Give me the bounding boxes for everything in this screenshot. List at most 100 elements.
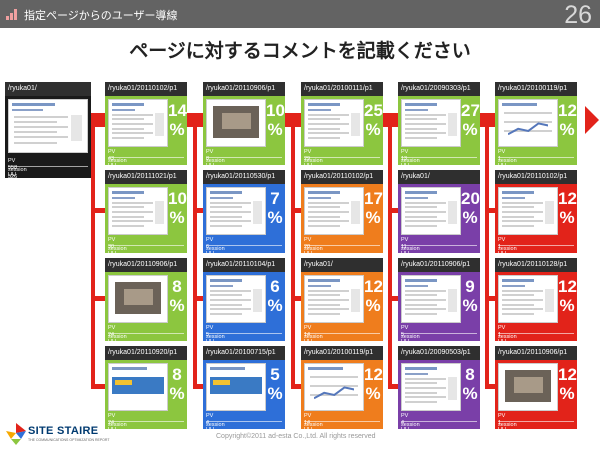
percent-sign: % (462, 120, 478, 139)
card-body: 12%PV1UU1session1 (495, 360, 577, 440)
stats-row-pv: PV1UU1 (498, 325, 574, 352)
thumbnail-header (405, 279, 437, 282)
flow-page-card[interactable]: /ryuka01/20100715/p1 5% PV 4 UU 4 session 4 (203, 346, 285, 440)
thumbnail-text-line (112, 113, 154, 116)
stats-row-session: session 6 (401, 246, 477, 259)
flow-page-card[interactable]: /ryuka01/20110102/p1 17% PV20UU3session2 (301, 170, 383, 264)
stats-row-session: session 1 (498, 334, 574, 347)
card-body: 9% PV5UU5session5 (398, 272, 480, 352)
session-label: session (108, 422, 127, 428)
flow-branch (485, 208, 495, 213)
stats-row-session: session 5 (206, 334, 282, 347)
pv-label: PV (401, 237, 409, 243)
thumbnail-text-line (405, 215, 438, 218)
flow-page-card[interactable]: /ryuka01/20110906/p1 8% PV24UU13session21 (105, 258, 187, 352)
card-path-label: /ryuka01/20090303/p1 (398, 82, 480, 96)
card-path-label: /ryuka01/20100715/p1 (203, 346, 285, 360)
flow-branch (193, 296, 203, 301)
flow-page-card[interactable]: /ryuka01/20111021/p1 10% PV30UU23session30 (105, 170, 187, 264)
card-path-label: /ryuka01/ (5, 82, 91, 96)
transition-rate: 17% (364, 190, 383, 226)
thumbnail-header (502, 103, 537, 106)
flow-page-card[interactable]: /ryuka01/20110906/p1 9% PV5UU5session5 (398, 258, 480, 352)
transition-rate: 12% (558, 278, 577, 315)
card-path-label: /ryuka01/20110102/p1 (105, 82, 187, 96)
thumbnail-sidebar (71, 114, 83, 141)
flow-page-card[interactable]: /ryuka01/20090303/p1 27% PV13UU14session15 (398, 82, 480, 176)
stats-row-session: session 1 (498, 422, 574, 435)
thumbnail-text-line (308, 123, 350, 125)
thumbnail-text-line (112, 132, 154, 135)
thumbnail-text-line (405, 382, 438, 385)
transition-rate-value: 9 (465, 277, 475, 296)
stats-row-session: session 14 (304, 422, 380, 435)
transition-rate-value: 20 (461, 189, 480, 208)
thumbnail-text-line (405, 136, 438, 139)
flow-page-card[interactable]: /ryuka01/20110128/p1 12% PV1UU1session1 (495, 258, 577, 352)
card-path-label: /ryuka01/20110102/p1 (301, 170, 383, 184)
transition-rate: 8% (168, 366, 186, 402)
flow-page-card[interactable]: /ryuka01/20110530/p1 7% PV6UU5session5 (203, 170, 285, 264)
pv-label: PV (401, 149, 409, 155)
card-path-label: /ryuka01/20110104/p1 (203, 258, 285, 272)
session-label: session (498, 422, 517, 428)
card-path-label: /ryuka01/20110920/p1 (105, 346, 187, 360)
thumbnail-text-line (308, 206, 341, 209)
transition-rate: 12% (558, 189, 577, 226)
stats-row-pv: PV20UU3 (304, 237, 380, 264)
thumbnail-text-line (502, 211, 544, 213)
thumbnail-header (112, 367, 147, 370)
page-thumbnail (498, 187, 558, 235)
pv-label: PV (304, 325, 312, 331)
card-path-label: /ryuka01/20110906/p1 (495, 346, 577, 360)
flow-branch (388, 208, 398, 213)
stats-row-session: session 26 (108, 158, 184, 171)
percent-sign: % (267, 296, 283, 315)
card-body: 8% PV 4 UU 4 session 4 (398, 360, 480, 440)
transition-rate: 14% (168, 102, 187, 138)
transition-rate-value: 12 (558, 189, 577, 208)
source-page-card[interactable]: /ryuka01/PV 558 UU 512 session 526 (5, 82, 91, 185)
thumbnail-text-line (502, 197, 526, 199)
thumbnail-text-line (308, 312, 341, 315)
stats-row-pv: PV6UU5 (206, 237, 282, 264)
flow-page-card[interactable]: /ryuka01/20110102/p1 12% PV1UU1session1 (495, 170, 577, 264)
percent-sign: % (169, 208, 185, 227)
flow-page-card[interactable]: /ryuka01/20100119/p1 12% PV1UU1session1 (495, 82, 577, 176)
session-label: session (108, 334, 127, 340)
thumbnail-text-line (502, 308, 544, 311)
flow-page-card[interactable]: /ryuka01/20110906/p1 12% PV 1 UU 1 session 1 (495, 346, 577, 440)
card-body: 14% PV43UU24session26 (105, 96, 187, 176)
flow-page-card[interactable]: /ryuka01/20% PV11UU6session6 (398, 170, 480, 264)
card-path-label: /ryuka01/20110128/p1 (495, 258, 577, 272)
flow-page-card[interactable]: /ryuka01/20110102/p1 14% PV43UU24session26 (105, 82, 187, 176)
thumbnail-header (405, 367, 437, 370)
flow-page-card[interactable]: /ryuka01/20100111/p1 25% PV29UU20session32 (301, 82, 383, 176)
thumbnail-text-line (210, 215, 243, 218)
session-value: 526 (8, 174, 18, 180)
session-label: session (401, 246, 420, 252)
flow-branch (291, 208, 301, 213)
page-thumbnail (401, 187, 461, 235)
logo-text: SITE STAIRE (28, 425, 99, 437)
flow-page-card[interactable]: /ryuka01/20110906/p1 10% PV8UU2session2 (203, 82, 285, 176)
flow-page-card[interactable]: /ryuka01/20110104/p1 6% PV5UU5session5 (203, 258, 285, 352)
page-thumbnail (108, 363, 168, 411)
thumbnail-text-line (405, 201, 447, 204)
thumbnail-text-line (308, 308, 350, 311)
session-label: session (498, 158, 517, 164)
stats-row-pv: PV13UU14 (401, 149, 477, 176)
page-thumbnail (498, 275, 558, 323)
flow-page-card[interactable]: /ryuka01/20100119/p1 12% PV 14 UU 13 session 14 (301, 346, 383, 440)
transition-rate: 8% (461, 366, 479, 402)
percent-sign: % (559, 296, 575, 315)
thumbnail-text-line (405, 109, 429, 111)
flow-page-card[interactable]: /ryuka01/20090503/p1 8% PV 4 UU 4 session 4 (398, 346, 480, 440)
thumbnail-text-line (210, 197, 234, 199)
flow-page-card[interactable]: /ryuka01/12% PV14UU13session14 (301, 258, 383, 352)
flow-page-card[interactable]: /ryuka01/20110920/p1 8% PV 24 UU 24 session 25 (105, 346, 187, 440)
thumbnail-banner-accent (212, 379, 231, 386)
thumbnail-text-line (112, 118, 145, 121)
stats-row-pv: PV1UU1 (498, 237, 574, 264)
card-body: 20% PV11UU6session6 (398, 184, 480, 264)
